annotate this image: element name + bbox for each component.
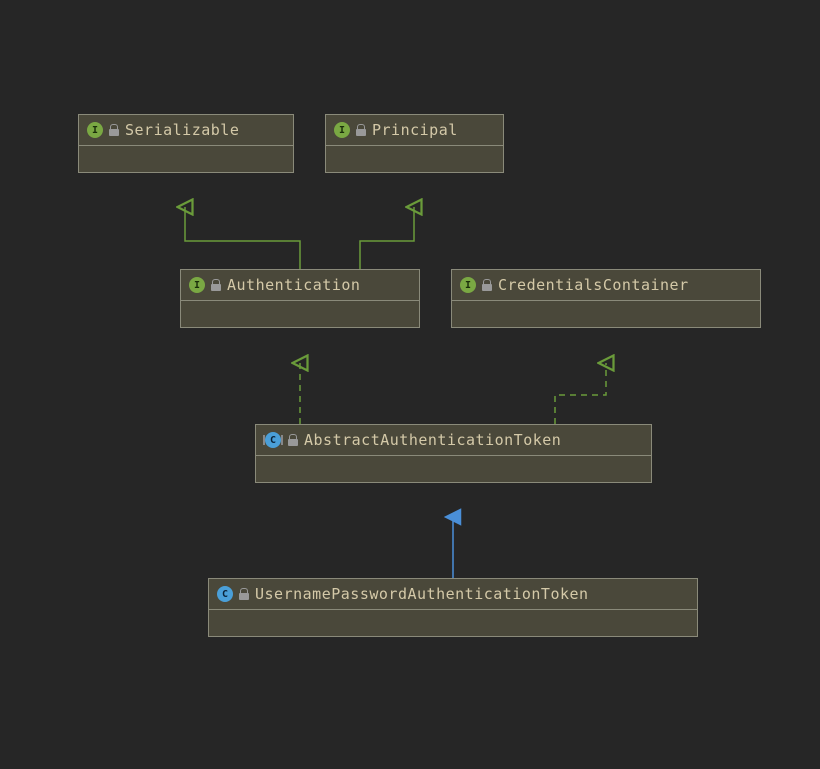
node-body xyxy=(452,300,760,327)
lock-icon xyxy=(239,588,249,600)
interface-icon: I xyxy=(334,122,350,138)
node-body xyxy=(256,455,651,482)
node-label: Authentication xyxy=(227,276,360,294)
node-label: UsernamePasswordAuthenticationToken xyxy=(255,585,589,603)
lock-icon xyxy=(482,279,492,291)
node-label: Serializable xyxy=(125,121,239,139)
node-serializable[interactable]: I Serializable xyxy=(78,114,294,173)
node-label: Principal xyxy=(372,121,458,139)
node-body xyxy=(209,609,697,636)
lock-icon xyxy=(356,124,366,136)
lock-icon xyxy=(211,279,221,291)
node-body xyxy=(326,145,503,172)
interface-icon: I xyxy=(460,277,476,293)
node-label: CredentialsContainer xyxy=(498,276,689,294)
lock-icon xyxy=(109,124,119,136)
node-authentication[interactable]: I Authentication xyxy=(180,269,420,328)
interface-icon: I xyxy=(189,277,205,293)
lock-icon xyxy=(288,434,298,446)
abstract-class-icon: C xyxy=(264,432,282,448)
interface-icon: I xyxy=(87,122,103,138)
node-principal[interactable]: I Principal xyxy=(325,114,504,173)
node-body xyxy=(181,300,419,327)
node-credentials-container[interactable]: I CredentialsContainer xyxy=(451,269,761,328)
node-label: AbstractAuthenticationToken xyxy=(304,431,561,449)
node-username-password-auth-token[interactable]: C UsernamePasswordAuthenticationToken xyxy=(208,578,698,637)
node-abstract-auth-token[interactable]: C AbstractAuthenticationToken xyxy=(255,424,652,483)
node-body xyxy=(79,145,293,172)
class-icon: C xyxy=(217,586,233,602)
